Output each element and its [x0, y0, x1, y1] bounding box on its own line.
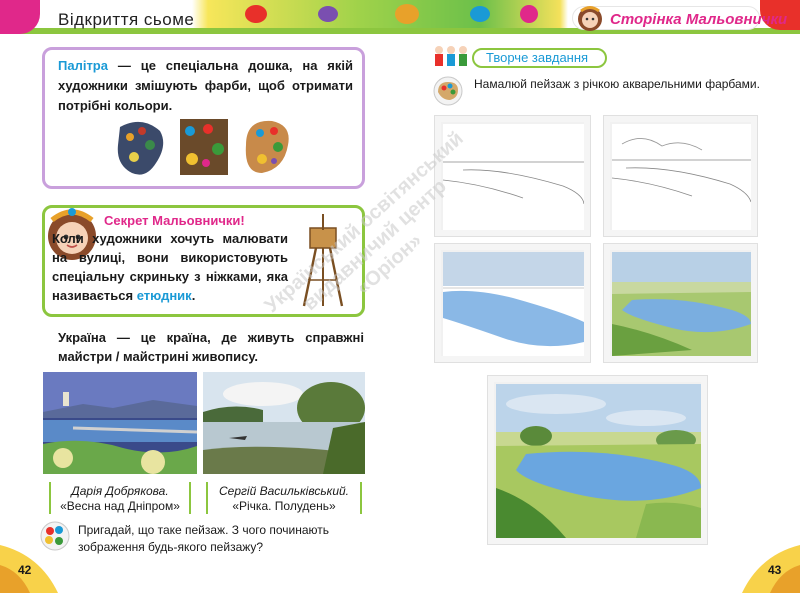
palette-task-icon: [433, 76, 463, 106]
watercolor-step-4: [612, 252, 751, 356]
caption-title-1: «Весна над Дніпром»: [60, 499, 180, 513]
caption-title-2: «Річка. Полудень»: [232, 499, 336, 513]
watercolor-final: [496, 384, 701, 538]
palette-term: Палітра: [58, 58, 108, 73]
page-number-right: 43: [768, 563, 782, 577]
creative-task-label: Творче завдання: [472, 48, 607, 68]
secret-title: Секрет Мальовнички!: [104, 213, 245, 228]
page-number-left: 42: [18, 563, 32, 577]
secret-text: Коли художники хочуть малювати на вулиці…: [52, 229, 288, 305]
header-right-title: Сторінка Мальовнички: [610, 11, 788, 28]
step-frame-2: [603, 115, 758, 237]
palette-image: [117, 121, 164, 175]
painting-richka-poluden: [203, 372, 365, 474]
paint-splash: [395, 4, 419, 24]
sketch-step-2: [612, 124, 751, 230]
paint-splash: [245, 5, 267, 23]
paint-splash: [470, 6, 490, 22]
palette-images: [117, 119, 289, 175]
caption-artist-1: Дарія Добрякова.: [71, 484, 169, 498]
palette-image: [245, 120, 289, 173]
kids-icon: [435, 46, 467, 66]
paint-splash: [520, 5, 538, 23]
paint-splash: [318, 6, 338, 22]
etudnyk-term: етюдник: [136, 288, 192, 303]
step-frame-4: [603, 243, 758, 363]
secret-text-end: .: [191, 288, 196, 303]
landscape-question: Пригадай, що таке пейзаж. З чого починаю…: [78, 523, 330, 554]
painting-vesna-nad-dniprom: [43, 372, 197, 474]
header-left-title: Відкриття сьоме: [58, 10, 195, 29]
step-frame-3: [434, 243, 591, 363]
task-instruction: Намалюй пейзаж з річкою акварельними фар…: [474, 77, 760, 91]
final-painting-frame: [487, 375, 708, 545]
caption-artist-2: Сергій Васильківський.: [218, 484, 350, 498]
palette-image: [180, 119, 228, 175]
palette-definition: Палітра — це спеціальна дошка, на якій х…: [58, 56, 353, 116]
girl-avatar-icon: [578, 6, 602, 31]
watercolor-step-3: [443, 252, 584, 356]
